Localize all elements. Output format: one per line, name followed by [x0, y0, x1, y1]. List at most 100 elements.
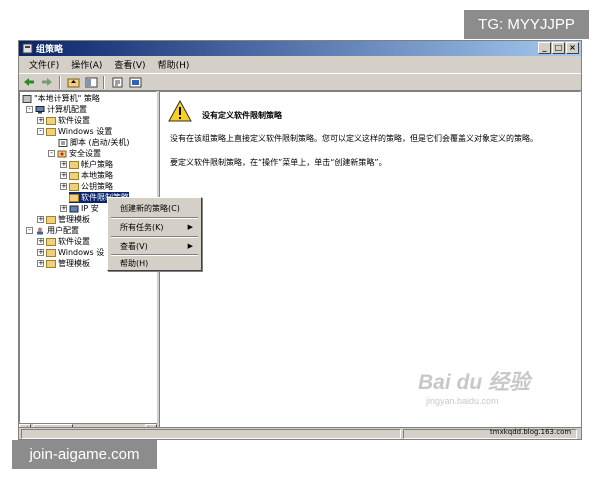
tree-item-software-settings[interactable]: + 软件设置	[37, 115, 90, 126]
menu-file[interactable]: 文件(F)	[23, 58, 65, 71]
context-view[interactable]: 查看(V) ▶	[110, 238, 199, 254]
folder-icon	[69, 171, 79, 180]
context-help[interactable]: 帮助(H)	[110, 255, 199, 271]
collapse-toggle[interactable]: -	[48, 150, 55, 157]
show-tree-icon[interactable]	[83, 75, 99, 89]
context-item-label: 创建新的策略(C)	[120, 203, 180, 213]
group-policy-app-icon	[22, 43, 33, 54]
context-item-label: 帮助(H)	[120, 258, 149, 268]
folder-icon	[46, 259, 56, 268]
folder-icon	[46, 127, 56, 136]
warning-icon	[168, 99, 192, 122]
context-menu: 创建新的策略(C) 所有任务(K) ▶ 查看(V) ▶ 帮助(H)	[107, 197, 202, 271]
content-description: 没有在该组策略上直接定义软件限制策略。您可以定义这样的策略，但是它们会覆盖义对象…	[170, 134, 538, 143]
content-title: 没有定义软件限制策略	[202, 111, 282, 120]
context-create-new-policy[interactable]: 创建新的策略(C)	[110, 200, 199, 216]
content-instruction: 要定义软件限制策略，在“操作”菜单上，单击“创建新策略”。	[170, 158, 387, 167]
tree-item-label: 管理模板	[58, 215, 90, 224]
expand-toggle[interactable]: +	[60, 183, 67, 190]
tree-item-user-windows-settings[interactable]: + Windows 设	[37, 247, 104, 258]
folder-icon	[69, 160, 79, 169]
toolbar-separator	[103, 75, 105, 89]
tree-item-label: 管理模板	[58, 259, 90, 268]
tree-item-windows-settings[interactable]: - Windows 设置	[37, 126, 112, 137]
tree-item-user-config[interactable]: - 用户配置	[26, 225, 79, 236]
tree-item-label: 帐户策略	[81, 160, 113, 169]
folder-icon	[46, 116, 56, 125]
tree-item-local-policies[interactable]: + 本地策略	[60, 170, 113, 181]
baidu-watermark: Bai du 经验 jingyan.baidu.com	[418, 366, 530, 406]
expand-toggle[interactable]: +	[37, 249, 44, 256]
tree-item-label: 软件设置	[58, 116, 90, 125]
tree-item-label: Windows 设	[58, 248, 105, 257]
tree-item-ip-security[interactable]: + IP 安	[60, 203, 99, 214]
tree-item-label: 脚本 (启动/关机)	[70, 138, 130, 147]
expand-toggle[interactable]: +	[37, 117, 44, 124]
user-icon	[35, 227, 45, 235]
window-controls: _ □ ×	[538, 42, 579, 54]
expand-toggle[interactable]: +	[37, 260, 44, 267]
status-panel-main	[21, 429, 401, 439]
collapse-toggle[interactable]: -	[37, 128, 44, 135]
tree-item-user-software-settings[interactable]: + 软件设置	[37, 236, 90, 247]
collapse-toggle[interactable]: -	[26, 106, 33, 113]
minimize-button[interactable]: _	[538, 42, 551, 54]
properties-icon[interactable]	[109, 75, 125, 89]
ip-security-icon	[69, 205, 79, 213]
context-item-label: 查看(V)	[120, 241, 148, 251]
tree-item-security-settings[interactable]: - 安全设置	[48, 148, 101, 159]
toolbar-separator	[59, 75, 61, 89]
back-arrow-icon[interactable]	[21, 75, 37, 89]
folder-icon	[69, 193, 79, 202]
context-all-tasks[interactable]: 所有任务(K) ▶	[110, 219, 199, 235]
expand-toggle[interactable]: +	[60, 172, 67, 179]
tree-item-label: IP 安	[81, 204, 99, 213]
script-icon	[58, 138, 68, 147]
folder-icon	[46, 237, 56, 246]
tree-item-computer-config[interactable]: - 计算机配置	[26, 104, 87, 115]
title-bar[interactable]: 组策略 _ □ ×	[19, 41, 581, 56]
forward-arrow-icon[interactable]	[39, 75, 55, 89]
window-title: 组策略	[36, 45, 64, 55]
toolbar	[19, 73, 581, 91]
expand-toggle[interactable]: +	[37, 238, 44, 245]
collapse-toggle[interactable]: -	[26, 227, 33, 234]
tree-item-label: 安全设置	[69, 149, 101, 158]
tree-item-label: 公钥策略	[81, 182, 113, 191]
menu-action[interactable]: 操作(A)	[65, 58, 108, 71]
blog-url: tmxkqdd.blog.163.com	[490, 428, 572, 436]
submenu-arrow-icon: ▶	[187, 223, 193, 231]
expand-toggle[interactable]: +	[37, 216, 44, 223]
folder-icon	[46, 215, 56, 224]
menu-bar: 文件(F) 操作(A) 查看(V) 帮助(H)	[19, 56, 581, 73]
menu-view[interactable]: 查看(V)	[108, 58, 151, 71]
folder-icon	[69, 182, 79, 191]
security-icon	[57, 150, 67, 158]
watermark-logo-text: Bai du 经验	[418, 371, 531, 394]
folder-icon	[46, 248, 56, 257]
help-icon[interactable]	[127, 75, 143, 89]
tree-item-local-policy[interactable]: "本地计算机" 策略	[22, 93, 100, 104]
policy-icon	[22, 94, 32, 103]
tree-item-label: 本地策略	[81, 171, 113, 180]
tree-item-scripts[interactable]: 脚本 (启动/关机)	[58, 137, 129, 148]
menu-help[interactable]: 帮助(H)	[152, 58, 196, 71]
context-item-label: 所有任务(K)	[120, 222, 164, 232]
tree-item-label: 软件设置	[58, 237, 90, 246]
tree-item-user-admin-templates[interactable]: + 管理模板	[37, 258, 90, 269]
tree-item-label: "本地计算机" 策略	[34, 94, 100, 103]
site-badge: join-aigame.com	[12, 440, 157, 469]
tree-item-admin-templates[interactable]: + 管理模板	[37, 214, 90, 225]
watermark-url: jingyan.baidu.com	[426, 396, 499, 406]
folder-up-icon[interactable]	[65, 75, 81, 89]
tg-badge: TG: MYYJJPP	[464, 10, 589, 39]
tree-item-account-policies[interactable]: + 帐户策略	[60, 159, 113, 170]
tree-item-label: Windows 设置	[58, 127, 113, 136]
expand-toggle[interactable]: +	[60, 205, 67, 212]
maximize-button[interactable]: □	[552, 42, 565, 54]
expand-toggle[interactable]: +	[60, 161, 67, 168]
close-button[interactable]: ×	[566, 42, 579, 54]
tree-item-label: 用户配置	[47, 226, 79, 235]
tree-item-public-key-policies[interactable]: + 公钥策略	[60, 181, 113, 192]
submenu-arrow-icon: ▶	[187, 242, 193, 250]
